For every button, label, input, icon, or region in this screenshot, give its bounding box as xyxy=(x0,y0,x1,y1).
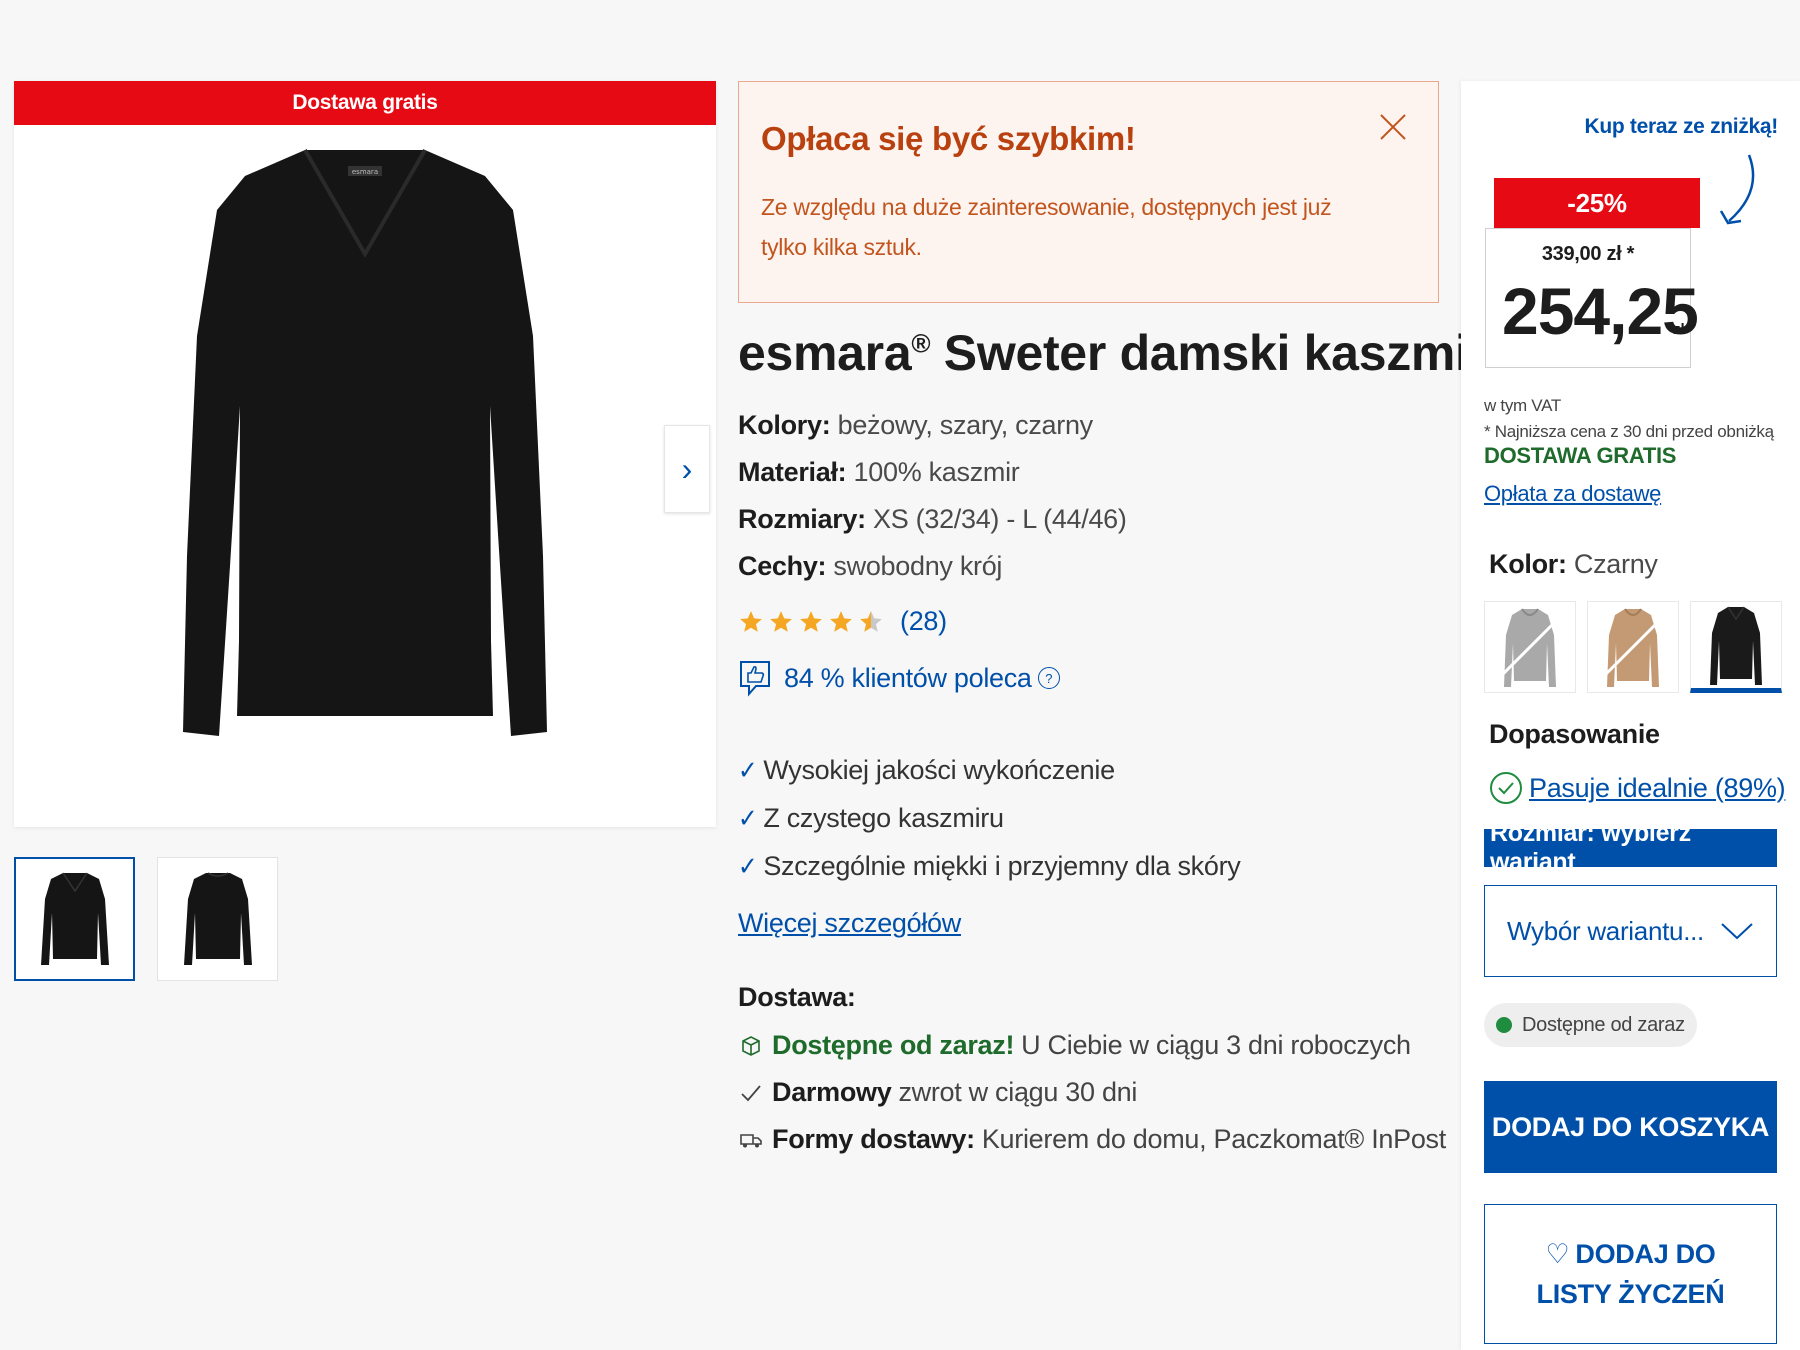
box-icon xyxy=(738,1033,764,1059)
delivery-fee-link[interactable]: Opłata za dostawę xyxy=(1484,481,1661,507)
list-item: ✓ Szczególnie miękki i przyjemny dla skór… xyxy=(738,842,1241,890)
rating-stars[interactable]: (28) xyxy=(738,606,947,637)
brand-name: esmara xyxy=(738,325,912,381)
check-icon: ✓ xyxy=(738,755,758,785)
color-label: Kolor: Czarny xyxy=(1489,549,1658,579)
product-title: esmara® Sweter damski kaszmirowy xyxy=(738,324,1584,382)
thumbnail-back[interactable] xyxy=(157,857,278,981)
star-full-icon xyxy=(800,610,822,632)
thumbnail-back-image xyxy=(183,872,252,965)
alert-text: Ze względu na duże zainteresowanie, dost… xyxy=(761,194,1332,260)
free-delivery-label: DOSTAWA GRATIS xyxy=(1484,443,1677,468)
add-to-wishlist-button[interactable]: ♡ DODAJ DO LISTY ŻYCZEŃ xyxy=(1484,1204,1777,1344)
color-swatch-black[interactable] xyxy=(1690,601,1782,693)
thumbs-up-icon xyxy=(740,661,770,697)
recommendation: 84 % klientów poleca ? xyxy=(738,658,1060,698)
product-attributes: Kolory: beżowy, szary, czarny Materiał: … xyxy=(738,402,1127,590)
attr-features: Cechy: swobodny krój xyxy=(738,551,1003,581)
heart-icon: ♡ xyxy=(1545,1239,1570,1269)
more-details-link[interactable]: Więcej szczegółów xyxy=(738,908,961,939)
add-to-cart-button[interactable]: DODAJ DO KOSZYKA xyxy=(1484,1081,1777,1173)
color-swatch-beige[interactable] xyxy=(1587,601,1679,693)
current-price: 254,25 xyxy=(1502,274,1699,348)
promo-note: Kup teraz ze zniżką! xyxy=(1584,115,1778,138)
recommend-text: 84 % klientów poleca xyxy=(784,662,1032,693)
fit-rating-link[interactable]: Pasuje idealnie (89%) xyxy=(1529,773,1786,804)
delivery-heading: Dostawa: xyxy=(738,982,856,1012)
thumbnail-strip xyxy=(14,857,278,981)
black-sweater-image xyxy=(1710,606,1762,685)
product-gallery: Dostawa gratis esmara › xyxy=(14,81,716,827)
status-dot-icon xyxy=(1496,1017,1512,1033)
unavailable-strike xyxy=(1594,608,1672,686)
vat-info: w tym VAT * Najniższa cena z 30 dni prze… xyxy=(1484,396,1774,441)
close-icon[interactable] xyxy=(1378,112,1408,142)
availability-badge: Dostępne od zaraz xyxy=(1484,1003,1697,1047)
thumbnail-front[interactable] xyxy=(14,857,135,981)
list-item: Formy dostawy: Kurierem do domu, Paczkom… xyxy=(738,1116,1446,1163)
star-full-icon xyxy=(830,610,852,632)
alert-title: Opłaca się być szybkim! xyxy=(761,120,1136,157)
sweater-image: esmara xyxy=(183,149,547,736)
delivery-list: Dostępne od zaraz! U Ciebie w ciągu 3 dn… xyxy=(738,1022,1446,1163)
size-prompt-bar: Rozmiar: wybierz wariant xyxy=(1484,819,1777,876)
thumbnail-front-image xyxy=(40,872,109,965)
attr-material: Materiał: 100% kaszmir xyxy=(738,457,1020,487)
star-full-icon xyxy=(740,610,762,632)
attr-sizes: Rozmiary: XS (32/34) - L (44/46) xyxy=(738,504,1127,534)
check-icon: ✓ xyxy=(738,851,758,881)
discount-badge: -25% xyxy=(1494,178,1700,228)
rating-count-link[interactable]: (28) xyxy=(900,606,947,637)
registered-mark: ® xyxy=(911,328,931,359)
fit-row: Pasuje idealnie (89%) xyxy=(1489,771,1786,805)
star-half-icon xyxy=(860,610,882,632)
old-price: 339,00 zł * xyxy=(1541,243,1635,265)
attr-colors: Kolory: beżowy, szary, czarny xyxy=(738,410,1093,440)
check-icon: ✓ xyxy=(738,803,758,833)
urgency-alert: Opłaca się być szybkim! Ze względu na du… xyxy=(738,81,1439,303)
list-item: ✓ Wysokiej jakości wykończenie xyxy=(738,746,1240,794)
check-circle-icon xyxy=(1490,772,1522,804)
color-swatches xyxy=(1484,601,1782,693)
price-currency: zł xyxy=(1673,321,1685,338)
price-box: 339,00 zł * 254,25 zł xyxy=(1485,228,1699,368)
unavailable-strike xyxy=(1491,608,1569,686)
star-full-icon xyxy=(770,610,792,632)
check-icon xyxy=(738,1080,764,1106)
variant-select-placeholder: Wybór wariantu... xyxy=(1507,915,1704,946)
list-item: Dostępne od zaraz! U Ciebie w ciągu 3 dn… xyxy=(738,1022,1446,1069)
buy-box: Kup teraz ze zniżką! -25% 339,00 zł * 25… xyxy=(1461,81,1800,1350)
help-icon[interactable]: ? xyxy=(1037,667,1060,689)
chevron-down-icon xyxy=(1721,923,1753,940)
selected-color: Czarny xyxy=(1566,549,1658,579)
curved-arrow-icon xyxy=(1719,154,1755,225)
feature-list: ✓ Wysokiej jakości wykończenie ✓ Z czysteg… xyxy=(738,746,1241,890)
main-product-image[interactable]: esmara › xyxy=(14,125,716,827)
free-delivery-banner: Dostawa gratis xyxy=(14,81,716,125)
list-item: Darmowy zwrot w ciągu 30 dni xyxy=(738,1069,1446,1116)
chevron-right-icon: › xyxy=(681,450,693,487)
variant-select[interactable]: Wybór wariantu... xyxy=(1484,885,1777,977)
gallery-next-arrow[interactable]: › xyxy=(664,425,710,513)
color-swatch-grey[interactable] xyxy=(1484,601,1576,693)
svg-text:esmara: esmara xyxy=(352,168,378,176)
fit-heading: Dopasowanie xyxy=(1489,719,1660,749)
list-item: ✓ Z czystego kaszmiru xyxy=(738,794,1240,842)
truck-icon xyxy=(738,1127,764,1153)
